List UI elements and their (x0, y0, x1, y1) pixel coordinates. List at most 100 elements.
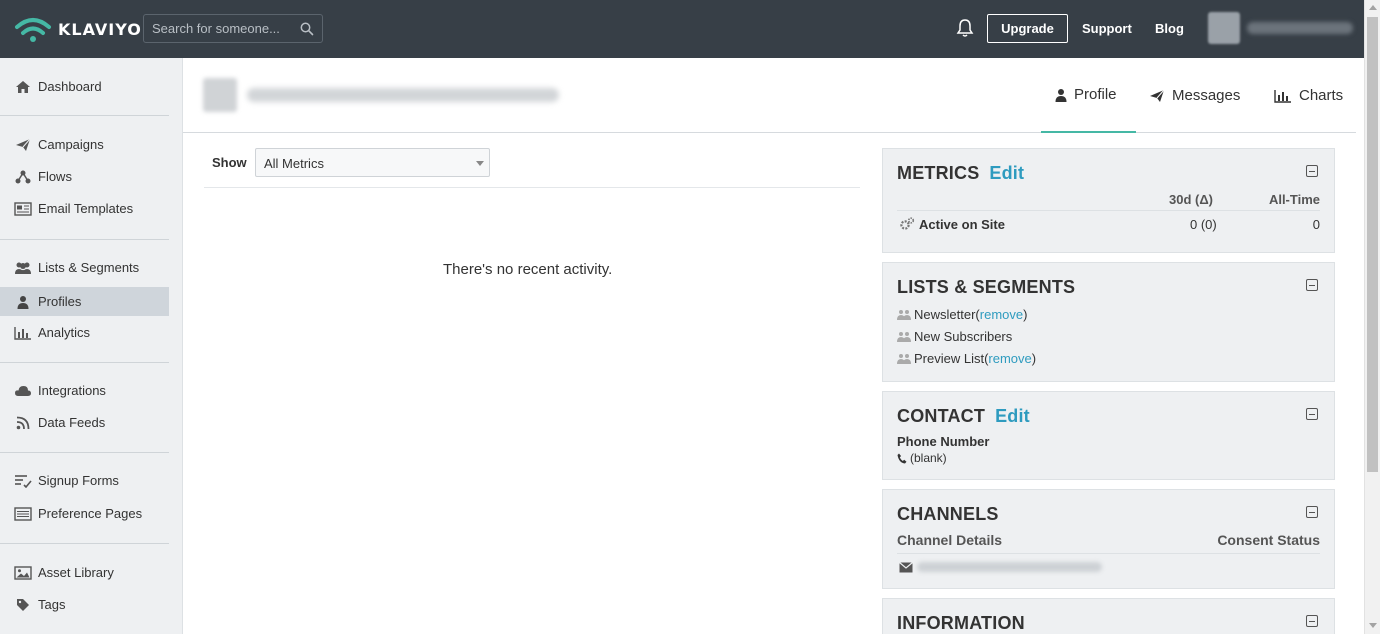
users-icon (14, 261, 32, 275)
table-divider (897, 210, 1320, 211)
list-item: Newsletter (remove) (897, 307, 1027, 322)
scrollbar[interactable] (1364, 0, 1380, 634)
metric-value-all-time: 0 (1312, 217, 1320, 232)
sidebar-item-flows[interactable]: Flows (0, 162, 169, 191)
sidebar-item-data-feeds[interactable]: Data Feeds (0, 408, 169, 437)
column-header-channel-details: Channel Details (897, 532, 1003, 548)
metric-name: Active on Site (919, 217, 1005, 232)
paper-plane-icon (1149, 89, 1165, 103)
column-header-consent-status: Consent Status (1217, 532, 1320, 548)
channels-panel: CHANNELS Channel Details Consent Status (882, 489, 1335, 589)
blog-link[interactable]: Blog (1155, 21, 1184, 36)
upgrade-button[interactable]: Upgrade (987, 14, 1068, 43)
edit-contact-link[interactable]: Edit (995, 406, 1030, 426)
list-item: New Subscribers (897, 329, 1012, 344)
bar-chart-icon (14, 326, 32, 340)
home-icon (14, 80, 32, 94)
tab-charts[interactable]: Charts (1274, 58, 1343, 133)
sidebar-item-dashboard[interactable]: Dashboard (0, 72, 169, 101)
table-divider (897, 553, 1320, 554)
envelope-icon (899, 562, 913, 573)
sidebar-item-integrations[interactable]: Integrations (0, 376, 169, 405)
sidebar-item-analytics[interactable]: Analytics (0, 318, 169, 347)
chevron-down-icon (476, 161, 484, 166)
sidebar: Dashboard Campaigns Flows Email Template… (0, 58, 183, 634)
profile-header: Profile Messages Charts (183, 58, 1356, 133)
sidebar-item-profiles[interactable]: Profiles (0, 287, 169, 316)
paper-plane-icon (14, 138, 32, 152)
activity-divider (204, 187, 860, 188)
panel-title: CHANNELS (897, 504, 999, 524)
lists-segments-panel: LISTS & SEGMENTS Newsletter (remove) New… (882, 262, 1335, 382)
panel-title: INFORMATION (897, 613, 1025, 633)
bar-chart-icon (1274, 89, 1292, 103)
empty-activity-message: There's no recent activity. (443, 261, 613, 278)
user-icon (1055, 88, 1067, 102)
column-header-all-time: All-Time (1268, 192, 1320, 207)
search-box (143, 14, 323, 43)
profile-avatar (203, 78, 237, 112)
bell-icon[interactable] (955, 18, 975, 38)
profile-email-blurred (247, 88, 559, 102)
brand-logo[interactable]: KLAVIYO (14, 14, 142, 44)
channel-email-blurred (917, 562, 1102, 572)
cloud-icon (14, 384, 32, 398)
edit-metrics-link[interactable]: Edit (989, 163, 1024, 183)
scroll-down-icon[interactable] (1369, 623, 1377, 628)
sidebar-divider (0, 115, 169, 116)
panel-title: METRICS Edit (897, 163, 1025, 183)
panel-title: CONTACT Edit (897, 406, 1030, 426)
sidebar-divider (0, 543, 169, 544)
users-icon (897, 353, 911, 364)
metric-value-30d: 0 (0) (1190, 217, 1217, 232)
top-bar: KLAVIYO Upgrade Support Blog (0, 0, 1380, 58)
collapse-icon[interactable] (1306, 408, 1318, 420)
user-name-blurred[interactable] (1247, 22, 1353, 34)
metrics-panel: METRICS Edit 30d (Δ) All-Time Active on S… (882, 148, 1335, 253)
search-input[interactable] (144, 15, 294, 42)
scroll-up-icon[interactable] (1369, 5, 1377, 10)
phone-label: Phone Number (897, 434, 990, 449)
column-header-30d: 30d (Δ) (1169, 192, 1214, 207)
metric-filter-value: All Metrics (264, 156, 324, 171)
list-item: Preview List (remove) (897, 351, 1036, 366)
users-icon (897, 309, 911, 320)
sidebar-item-tags[interactable]: Tags (0, 590, 169, 619)
tab-messages[interactable]: Messages (1149, 58, 1240, 133)
sidebar-item-preference-pages[interactable]: Preference Pages (0, 499, 169, 528)
rss-icon (14, 416, 32, 430)
list-alt-icon (14, 506, 32, 521)
sidebar-divider (0, 239, 169, 240)
scroll-thumb[interactable] (1367, 17, 1378, 472)
remove-list-link[interactable]: remove (980, 307, 1023, 322)
collapse-icon[interactable] (1306, 279, 1318, 291)
remove-list-link[interactable]: remove (988, 351, 1031, 366)
brand-name: KLAVIYO (58, 19, 142, 39)
collapse-icon[interactable] (1306, 506, 1318, 518)
sidebar-divider (0, 362, 169, 363)
sidebar-divider (0, 452, 169, 453)
wifi-logo-icon (15, 18, 51, 42)
sidebar-item-signup-forms[interactable]: Signup Forms (0, 466, 169, 495)
flow-icon (14, 170, 32, 184)
sidebar-item-campaigns[interactable]: Campaigns (0, 130, 169, 159)
show-label: Show (212, 155, 247, 170)
list-icon (14, 474, 32, 488)
support-link[interactable]: Support (1082, 21, 1132, 36)
panel-title: LISTS & SEGMENTS (897, 277, 1076, 297)
user-icon (14, 295, 32, 309)
users-icon (897, 331, 911, 342)
information-panel: INFORMATION (882, 598, 1335, 634)
collapse-icon[interactable] (1306, 615, 1318, 627)
metric-filter-select[interactable]: All Metrics (255, 148, 490, 177)
sidebar-item-asset-library[interactable]: Asset Library (0, 558, 169, 587)
user-avatar[interactable] (1208, 12, 1240, 44)
tab-profile[interactable]: Profile (1041, 58, 1136, 133)
collapse-icon[interactable] (1306, 165, 1318, 177)
search-icon[interactable] (300, 22, 314, 36)
phone-icon (897, 453, 907, 463)
sidebar-item-lists-segments[interactable]: Lists & Segments (0, 253, 169, 282)
phone-value: (blank) (897, 451, 947, 465)
gears-icon (900, 217, 915, 230)
sidebar-item-email-templates[interactable]: Email Templates (0, 194, 169, 223)
